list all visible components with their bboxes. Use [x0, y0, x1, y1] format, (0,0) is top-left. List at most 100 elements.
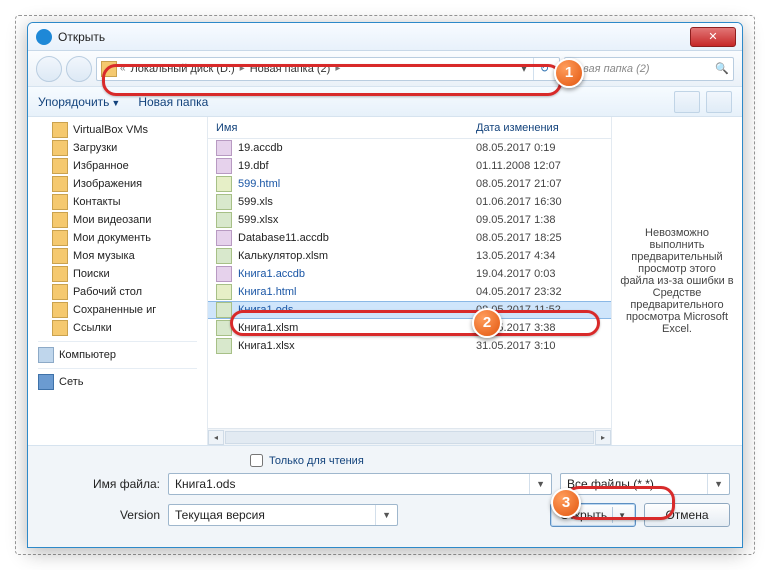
file-row[interactable]: 19.dbf01.11.2008 12:07 [208, 157, 611, 175]
file-icon [216, 230, 232, 246]
file-date: 13.05.2017 4:34 [476, 250, 556, 262]
file-name: 599.xlsx [238, 214, 476, 226]
file-icon [216, 158, 232, 174]
file-date: 09.05.2017 1:38 [476, 214, 556, 226]
filename-label: Имя файла: [40, 477, 160, 491]
file-row[interactable]: 599.html08.05.2017 21:07 [208, 175, 611, 193]
file-name: Книга1.accdb [238, 268, 476, 280]
tree-computer[interactable]: Компьютер [28, 346, 207, 364]
view-button[interactable] [674, 91, 700, 113]
file-date: 31.05.2017 3:10 [476, 340, 556, 352]
tree-item: Сохраненные иг [28, 301, 207, 319]
file-name: 19.dbf [238, 160, 476, 172]
preview-message: Невозможно выполнить предварительный про… [620, 227, 734, 335]
computer-icon [38, 347, 54, 363]
file-row[interactable]: 19.accdb08.05.2017 0:19 [208, 139, 611, 157]
preview-pane: Невозможно выполнить предварительный про… [612, 117, 742, 445]
col-date[interactable]: Дата изменения [476, 122, 559, 134]
file-name: Книга1.html [238, 286, 476, 298]
callout-badge-1: 1 [554, 58, 584, 88]
file-date: 04.05.2017 23:32 [476, 286, 562, 298]
file-icon [216, 284, 232, 300]
h-scrollbar[interactable]: ◂ ▸ [208, 428, 611, 445]
file-row[interactable]: Книга1.accdb19.04.2017 0:03 [208, 265, 611, 283]
filename-input[interactable]: Книга1.ods ▼ [168, 473, 552, 495]
version-label: Version [40, 508, 160, 522]
chevron-down-icon[interactable]: ▼ [375, 505, 391, 525]
file-icon [216, 302, 232, 318]
readonly-checkbox[interactable] [250, 454, 263, 467]
cancel-button[interactable]: Отмена [644, 503, 730, 527]
app-icon [36, 29, 52, 45]
tree-item: Ссылки [28, 319, 207, 337]
search-icon: 🔍 [715, 62, 729, 75]
file-date: 08.05.2017 0:19 [476, 142, 556, 154]
chevron-down-icon: ▼ [618, 511, 626, 520]
chevron-right-icon: ▸ [239, 63, 246, 74]
file-icon [216, 266, 232, 282]
callout-badge-3: 3 [551, 488, 581, 518]
list-header[interactable]: Имя Дата изменения [208, 117, 611, 139]
refresh-button[interactable]: ↻ [533, 58, 555, 80]
chevron-down-icon[interactable]: ▼ [707, 474, 723, 494]
file-row[interactable]: Книга1.xlsx31.05.2017 3:10 [208, 337, 611, 355]
scroll-left-icon[interactable]: ◂ [208, 430, 224, 445]
crumb-segment-1[interactable]: Новая папка (2) [248, 63, 333, 75]
back-button[interactable] [36, 56, 62, 82]
col-name[interactable]: Имя [216, 122, 476, 134]
breadcrumb[interactable]: « Локальный диск (D:) ▸ Новая папка (2) … [96, 57, 560, 81]
chevron-right-icon: ▸ [334, 63, 341, 74]
file-row[interactable]: 599.xls01.06.2017 16:30 [208, 193, 611, 211]
crumb-prefix: « [119, 63, 127, 74]
scroll-right-icon[interactable]: ▸ [595, 430, 611, 445]
search-input[interactable]: Новая папка (2) 🔍 [564, 57, 734, 81]
new-folder-button[interactable]: Новая папка [138, 95, 208, 109]
file-name: 19.accdb [238, 142, 476, 154]
tree-network[interactable]: Сеть [28, 373, 207, 391]
file-name: Книга1.xlsx [238, 340, 476, 352]
nav-tree[interactable]: VirtualBox VMs Загрузки Избранное Изобра… [28, 117, 208, 445]
tree-item: Избранное [28, 157, 207, 175]
close-button[interactable]: ✕ [690, 27, 736, 47]
file-icon [216, 338, 232, 354]
tree-item: Мои видеозапи [28, 211, 207, 229]
file-row[interactable]: Книга1.xlsm02.05.2017 3:38 [208, 319, 611, 337]
file-row[interactable]: Книга1.html04.05.2017 23:32 [208, 283, 611, 301]
forward-button[interactable] [66, 56, 92, 82]
filetype-filter[interactable]: Все файлы (*.*) ▼ [560, 473, 730, 495]
file-row[interactable]: 599.xlsx09.05.2017 1:38 [208, 211, 611, 229]
tree-item: Рабочий стол [28, 283, 207, 301]
crumb-dropdown[interactable]: ▾ [517, 58, 531, 80]
file-name: 599.html [238, 178, 476, 190]
titlebar: Открыть ✕ [28, 23, 742, 51]
scroll-track[interactable] [225, 431, 594, 444]
crumb-segment-0[interactable]: Локальный диск (D:) [129, 63, 237, 75]
file-name: Калькулятор.xlsm [238, 250, 476, 262]
list-body: 19.accdb08.05.2017 0:1919.dbf01.11.2008 … [208, 139, 611, 428]
version-select[interactable]: Текущая версия ▼ [168, 504, 398, 526]
file-row[interactable]: Database11.accdb08.05.2017 18:25 [208, 229, 611, 247]
file-name: Книга1.xlsm [238, 322, 476, 334]
file-row[interactable]: Калькулятор.xlsm13.05.2017 4:34 [208, 247, 611, 265]
tree-item: Контакты [28, 193, 207, 211]
file-date: 01.11.2008 12:07 [476, 160, 561, 172]
organize-menu[interactable]: Упорядочить▼ [38, 95, 120, 109]
file-icon [216, 194, 232, 210]
chevron-down-icon[interactable]: ▼ [529, 474, 545, 494]
network-icon [38, 374, 54, 390]
help-button[interactable] [706, 91, 732, 113]
file-icon [216, 320, 232, 336]
file-date: 08.05.2017 21:07 [476, 178, 562, 190]
file-date: 08.05.2017 18:25 [476, 232, 562, 244]
file-name: Database11.accdb [238, 232, 476, 244]
chevron-down-icon: ▼ [111, 98, 120, 108]
file-row[interactable]: Книга1.ods08.05.2017 11:52 [208, 301, 611, 319]
file-icon [216, 140, 232, 156]
tree-item: Загрузки [28, 139, 207, 157]
file-icon [216, 176, 232, 192]
file-name: 599.xls [238, 196, 476, 208]
file-date: 19.04.2017 0:03 [476, 268, 556, 280]
dialog-body: VirtualBox VMs Загрузки Избранное Изобра… [28, 117, 742, 445]
open-dialog: Открыть ✕ « Локальный диск (D:) ▸ Новая … [27, 22, 743, 548]
lower-panel: Только для чтения Имя файла: Книга1.ods … [28, 445, 742, 547]
